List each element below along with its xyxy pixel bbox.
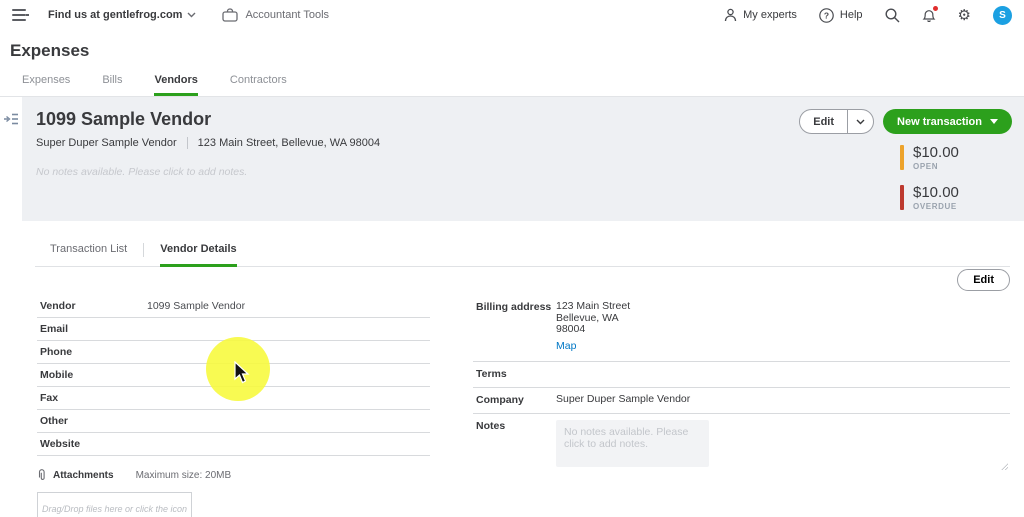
overdue-balance: $10.00 OVERDUE xyxy=(900,185,1012,211)
details-right-column: Billing address 123 Main Street Bellevue… xyxy=(473,295,1010,517)
attachments-label: Attachments xyxy=(53,470,114,481)
field-row-fax: Fax xyxy=(37,387,430,410)
divider xyxy=(186,137,188,149)
billing-address-label: Billing address xyxy=(476,301,552,313)
billing-address-line: 98004 xyxy=(556,323,586,335)
my-experts-label: My experts xyxy=(743,9,797,21)
tab-vendors[interactable]: Vendors xyxy=(154,74,198,96)
field-label: Website xyxy=(40,438,81,450)
vendor-company-name: Super Duper Sample Vendor xyxy=(36,137,177,149)
avatar-initial: S xyxy=(999,9,1006,21)
attachments-dropzone[interactable]: Drag/Drop files here or click the icon xyxy=(37,492,192,517)
tab-contractors[interactable]: Contractors xyxy=(230,74,287,96)
overdue-balance-bar xyxy=(900,185,904,210)
top-navigation-bar: Find us at gentlefrog.com Accountant Too… xyxy=(0,0,1024,30)
field-label: Mobile xyxy=(40,369,74,381)
tab-transaction-list[interactable]: Transaction List xyxy=(50,243,127,267)
field-row-other: Other xyxy=(37,410,430,433)
edit-split-button: Edit xyxy=(799,109,875,134)
notes-row: Notes xyxy=(473,414,1010,479)
attachments-max-size: Maximum size: 20MB xyxy=(135,470,232,481)
details-edit-button[interactable]: Edit xyxy=(957,269,1010,291)
paperclip-icon xyxy=(38,469,45,480)
field-label: Vendor xyxy=(40,300,76,312)
detail-tabs: Transaction List Vendor Details xyxy=(0,243,1024,267)
search-icon[interactable] xyxy=(885,7,900,23)
divider xyxy=(143,243,145,257)
main-tabs: Expenses Bills Vendors Contractors xyxy=(0,74,1024,97)
field-row-phone: Phone xyxy=(37,341,430,364)
help-label: Help xyxy=(839,9,863,21)
terms-label: Terms xyxy=(476,367,507,380)
map-link[interactable]: Map xyxy=(556,340,576,352)
field-row-email: Email xyxy=(37,318,430,341)
field-label: Other xyxy=(40,415,69,427)
help-button[interactable]: ? Help xyxy=(819,7,863,23)
vendor-address: 123 Main Street, Bellevue, WA 98004 xyxy=(197,137,381,149)
edit-button[interactable]: Edit xyxy=(800,110,847,133)
tab-bills[interactable]: Bills xyxy=(102,74,122,96)
new-transaction-label: New transaction xyxy=(897,115,982,128)
caret-down-icon xyxy=(990,119,998,124)
page-title: Expenses xyxy=(10,41,90,60)
overdue-balance-amount: $10.00 xyxy=(913,184,959,201)
collapse-list-icon[interactable] xyxy=(3,113,19,125)
notes-textarea[interactable] xyxy=(556,419,709,467)
field-row-mobile: Mobile xyxy=(37,364,430,387)
notifications-button[interactable] xyxy=(922,5,938,23)
chevron-down-icon xyxy=(856,119,865,124)
help-icon: ? xyxy=(819,7,834,23)
field-label: Fax xyxy=(40,392,59,404)
company-label: Company xyxy=(476,393,524,406)
company-menu-label: Find us at gentlefrog.com xyxy=(48,9,183,21)
menu-hamburger-icon[interactable] xyxy=(12,9,29,21)
open-balance-amount: $10.00 xyxy=(913,144,959,161)
field-label: Phone xyxy=(40,346,73,358)
field-row-vendor: Vendor 1099 Sample Vendor xyxy=(37,295,430,318)
open-balance-label: OPEN xyxy=(913,162,939,171)
field-value: 1099 Sample Vendor xyxy=(147,300,246,312)
company-menu[interactable]: Find us at gentlefrog.com xyxy=(48,9,196,21)
vendor-header-section: 1099 Sample Vendor Super Duper Sample Ve… xyxy=(0,97,1024,221)
new-transaction-button[interactable]: New transaction xyxy=(883,109,1012,134)
field-label: Email xyxy=(40,323,69,335)
attachments-section: Attachments Maximum size: 20MB Drag/Drop… xyxy=(37,469,430,517)
notification-badge-dot xyxy=(932,5,938,11)
notes-label: Notes xyxy=(476,419,506,432)
briefcase-icon xyxy=(222,8,239,22)
open-balance: $10.00 OPEN xyxy=(900,145,1012,171)
accountant-tools-button[interactable]: Accountant Tools xyxy=(222,8,329,22)
edit-dropdown-button[interactable] xyxy=(847,110,873,133)
settings-gear-icon[interactable]: ⚙ xyxy=(958,8,971,23)
company-value: Super Duper Sample Vendor xyxy=(556,392,691,405)
details-left-column: Vendor 1099 Sample Vendor Email Phone Mo… xyxy=(37,295,430,517)
tab-expenses[interactable]: Expenses xyxy=(22,74,70,96)
person-icon xyxy=(724,8,737,22)
terms-row: Terms xyxy=(473,362,1010,388)
vendor-balances: $10.00 OPEN $10.00 OVERDUE xyxy=(900,145,1012,211)
tab-vendor-details[interactable]: Vendor Details xyxy=(160,243,237,267)
resize-grip-icon xyxy=(1001,462,1008,470)
vendor-header-panel: 1099 Sample Vendor Super Duper Sample Ve… xyxy=(22,97,1024,221)
accountant-tools-label: Accountant Tools xyxy=(245,9,330,21)
my-experts-button[interactable]: My experts xyxy=(724,8,797,22)
svg-text:?: ? xyxy=(824,10,829,20)
overdue-balance-label: OVERDUE xyxy=(913,202,957,211)
vendor-name: 1099 Sample Vendor xyxy=(36,109,212,129)
left-gutter xyxy=(0,97,22,221)
vendor-details-section: Edit Vendor 1099 Sample Vendor Email Pho… xyxy=(0,267,1024,517)
user-avatar[interactable]: S xyxy=(993,5,1012,25)
company-row: Company Super Duper Sample Vendor xyxy=(473,388,1010,414)
field-row-website: Website xyxy=(37,433,430,456)
vendor-notes-placeholder[interactable]: No notes available. Please click to add … xyxy=(36,166,799,178)
open-balance-bar xyxy=(900,145,904,170)
billing-address-line: 123 Main Street xyxy=(556,300,631,312)
billing-address-row: Billing address 123 Main Street Bellevue… xyxy=(473,295,1010,362)
chevron-down-icon xyxy=(187,12,196,18)
